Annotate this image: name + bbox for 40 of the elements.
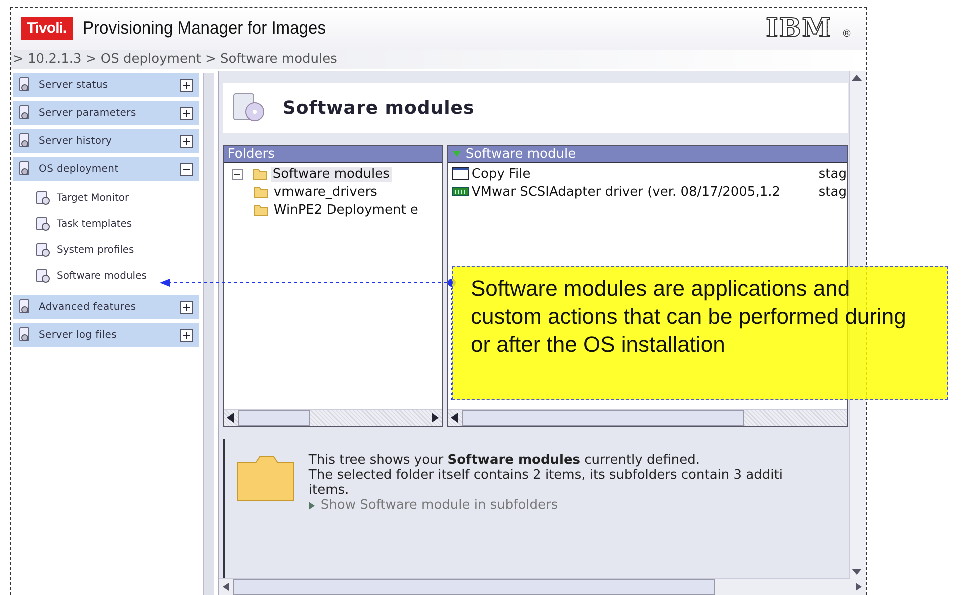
scroll-thumb[interactable]: [232, 579, 715, 595]
nav-link[interactable]: Software modules: [57, 270, 147, 282]
pane-header: Folders: [224, 146, 442, 163]
page-icon: [35, 190, 51, 206]
tree-item[interactable]: WinPE2 Deployment e: [272, 202, 420, 218]
table-cell: stag: [818, 166, 847, 182]
disc-icon: [230, 92, 267, 124]
window-icon: [452, 166, 470, 182]
info-text: items.: [308, 483, 350, 498]
expand-icon[interactable]: [180, 300, 194, 314]
collapse-icon[interactable]: [232, 168, 243, 180]
callout-note: Software modules are applications and custom actions that can be performed during or after the OS installation: [452, 266, 948, 400]
scroll-thumb[interactable]: [462, 410, 744, 426]
scroll-thumb[interactable]: [238, 410, 310, 426]
expand-icon[interactable]: [180, 134, 194, 148]
trademark: ®: [842, 28, 852, 40]
page-title: Software modules: [282, 98, 475, 118]
expand-icon[interactable]: [180, 328, 194, 342]
page-icon: [35, 242, 51, 258]
expand-icon[interactable]: [180, 106, 194, 120]
product-logo: Tivoli.: [21, 17, 73, 40]
subfolders-link[interactable]: Show Software module in subfolders: [320, 498, 558, 513]
page-icon: [35, 216, 51, 232]
app-title: Provisioning Manager for Images: [82, 18, 327, 40]
sort-icon: [452, 150, 462, 158]
expand-icon[interactable]: [180, 78, 194, 92]
page-icon: [35, 268, 51, 284]
info-text: The selected folder itself contains 2 items, its subfolders contain 3 additi: [308, 468, 783, 483]
module-name[interactable]: Copy File: [472, 166, 817, 182]
nav-link[interactable]: System profiles: [57, 244, 134, 256]
nav-link[interactable]: Target Monitor: [57, 192, 130, 204]
breadcrumb: > 10.2.1.3 > OS deployment > Software modules: [11, 50, 866, 69]
tree-item[interactable]: Software modules: [270, 166, 392, 182]
collapse-icon[interactable]: [180, 162, 194, 176]
module-name[interactable]: VMwar SCSIAdapter driver (ver. 08/17/2005,1.2: [472, 184, 817, 200]
triangle-icon: [308, 502, 315, 510]
info-text: This tree shows your Software modules currently defined.: [308, 453, 702, 468]
tree-item[interactable]: vmware_drivers: [272, 184, 380, 200]
table-cell: stag: [818, 184, 847, 200]
nav-link[interactable]: Task templates: [57, 218, 132, 230]
